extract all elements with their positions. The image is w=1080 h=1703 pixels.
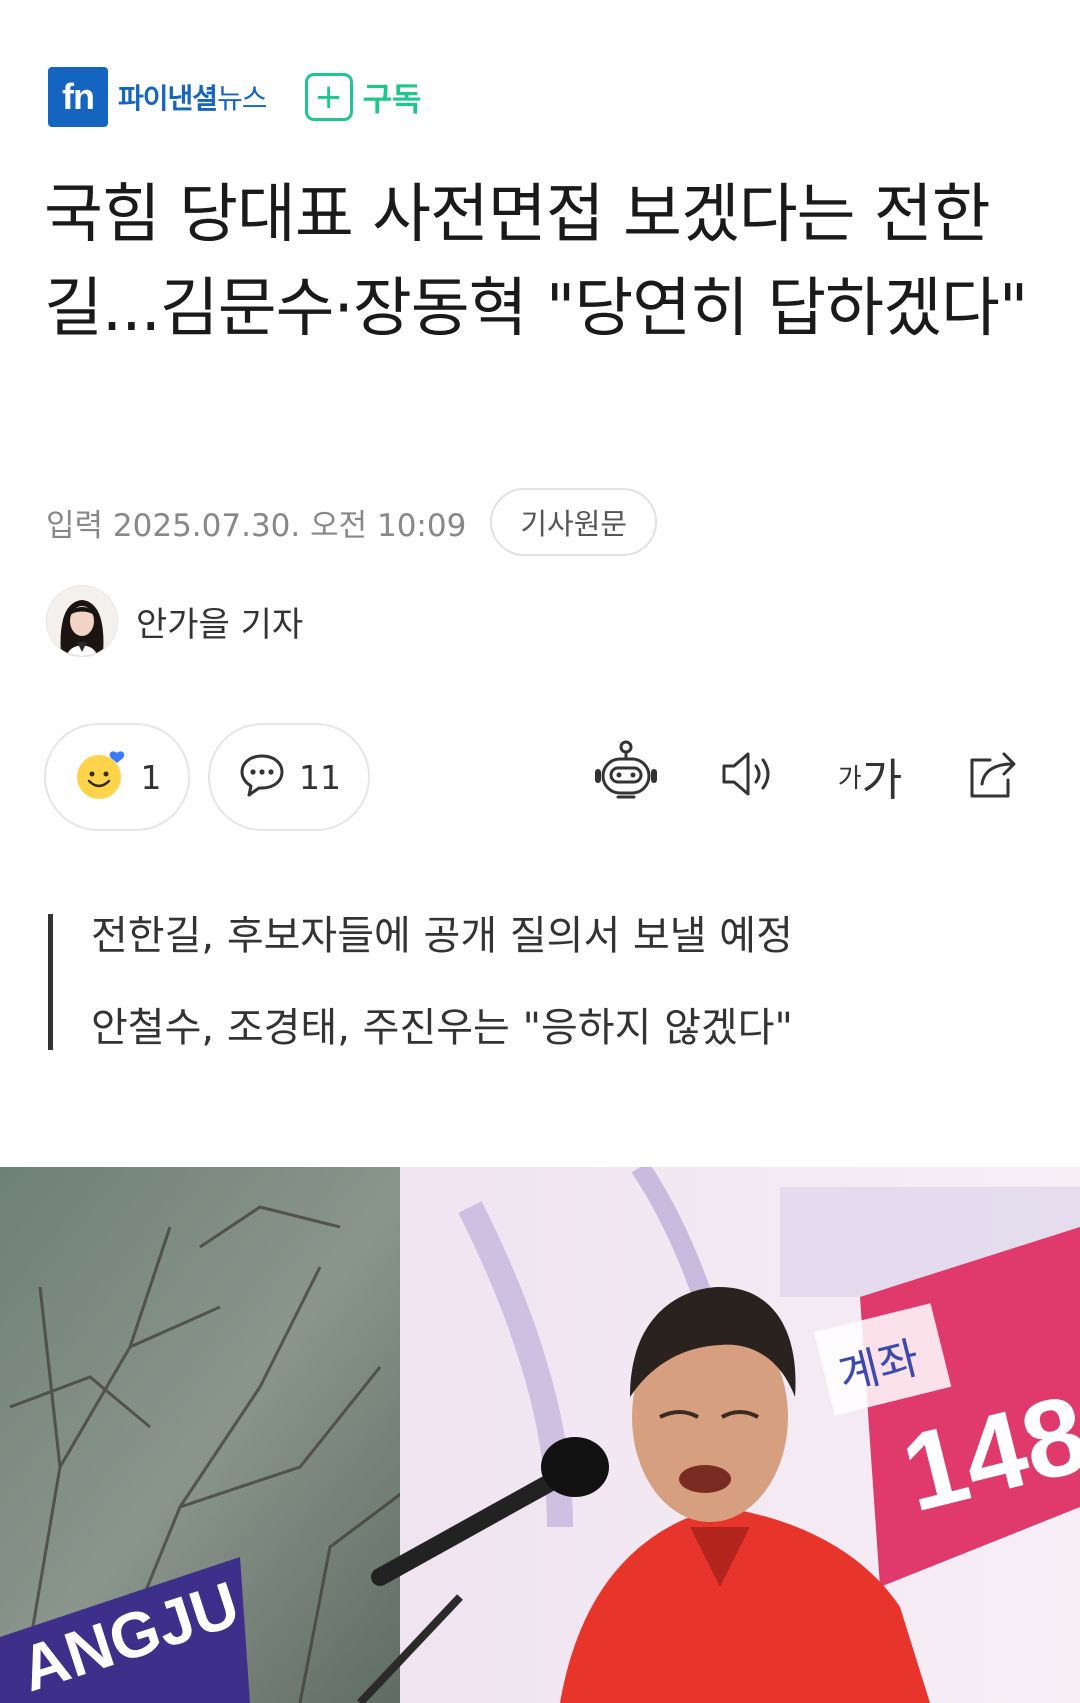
ai-summary-button[interactable] bbox=[588, 738, 664, 814]
summary-line-1: 전한길, 후보자들에 공개 질의서 보낼 예정 bbox=[91, 913, 793, 959]
author-avatar[interactable] bbox=[46, 585, 118, 657]
robot-summary-icon bbox=[591, 739, 661, 813]
article-summary: 전한길, 후보자들에 공개 질의서 보낼 예정 안철수, 조경태, 주진우는 "… bbox=[48, 914, 793, 1050]
press-logo[interactable]: fn bbox=[48, 67, 108, 127]
subscribe-label: 구독 bbox=[362, 80, 422, 118]
comment-button[interactable]: 11 bbox=[208, 723, 370, 831]
author[interactable]: 안가을 기자 bbox=[46, 585, 303, 657]
published-date: 입력 2025.07.30. 오전 10:09 bbox=[46, 507, 467, 544]
listen-button[interactable] bbox=[712, 738, 788, 814]
article-photo[interactable]: 148 계좌 ANGJU bbox=[0, 1167, 1080, 1703]
font-size-small: 가 bbox=[837, 763, 862, 794]
press-name-sub: 뉴스 bbox=[217, 82, 268, 115]
article-meta: 입력 2025.07.30. 오전 10:09 기사원문 bbox=[46, 486, 658, 558]
summary-line-2: 안철수, 조경태, 주진우는 "응하지 않겠다" bbox=[91, 1005, 793, 1051]
font-size-large: 가 bbox=[861, 755, 903, 806]
share-icon bbox=[964, 746, 1024, 806]
share-button[interactable] bbox=[956, 738, 1032, 814]
reaction-count: 1 bbox=[140, 757, 162, 797]
subscribe-button[interactable]: + 구독 bbox=[304, 73, 422, 121]
reaction-button[interactable]: 1 bbox=[44, 723, 190, 831]
comment-icon bbox=[237, 750, 287, 804]
article-headline: 국힘 당대표 사전면접 보겠다는 전한길...김문수·장동혁 "당연히 답하겠다… bbox=[44, 178, 1028, 346]
comment-count: 11 bbox=[299, 757, 341, 797]
font-size-button[interactable]: 가가 bbox=[832, 738, 908, 814]
smile-heart-icon bbox=[73, 747, 129, 807]
speaker-icon bbox=[718, 746, 782, 806]
press-header: fn 파이낸셜뉴스 + 구독 bbox=[48, 66, 421, 128]
press-name[interactable]: 파이낸셜뉴스 bbox=[118, 77, 268, 117]
plus-icon: + bbox=[304, 73, 353, 121]
author-name: 안가을 기자 bbox=[136, 604, 304, 645]
press-name-main: 파이낸셜 bbox=[118, 82, 218, 115]
photo-illustration: 148 계좌 ANGJU bbox=[0, 1167, 1080, 1703]
original-article-button[interactable]: 기사원문 bbox=[490, 488, 658, 556]
